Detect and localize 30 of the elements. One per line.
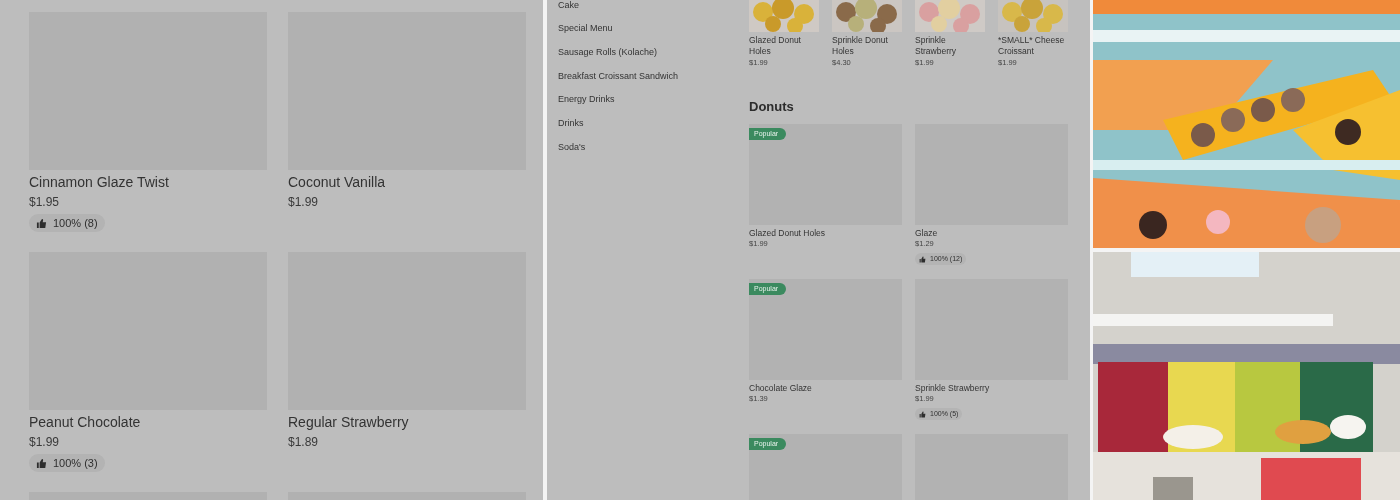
category-link[interactable]: Drinks (558, 118, 584, 130)
item-name: Chocolate Glaze (749, 383, 812, 394)
item-price: $1.99 (29, 434, 60, 450)
item-price: $1.89 (288, 434, 319, 450)
thumbs-up-icon (36, 217, 47, 229)
item-name: Coconut Vanilla (288, 173, 386, 191)
item-name: Glazed Donut Holes (749, 35, 802, 57)
item-price: $1.95 (29, 194, 60, 210)
category-link[interactable]: Special Menu (558, 23, 613, 34)
category-link[interactable]: Sausage Rolls (Kolache) (558, 46, 658, 58)
rating-text: 100% (3) (53, 456, 98, 470)
item-name: Sprinkle Strawberry (915, 383, 990, 394)
thumbs-up-icon (919, 410, 926, 418)
item-name: Sprinkle Donut Holes (832, 35, 889, 57)
item-name: Regular Strawberry (288, 413, 409, 431)
section-title: Donuts (749, 99, 795, 115)
item-name: Peanut Chocolate (29, 413, 141, 431)
item-name: Sprinkle Strawberry (915, 35, 958, 57)
category-link[interactable]: Energy Drinks (558, 94, 615, 106)
thumbs-up-icon (36, 457, 47, 469)
category-link[interactable]: Soda's (558, 142, 586, 153)
item-name: Glaze (915, 228, 938, 239)
item-name: Cinnamon Glaze Twist (29, 173, 169, 191)
item-name: *SMALL* Cheese Croissant (998, 35, 1066, 57)
category-link[interactable]: Cake (558, 0, 579, 11)
rating-text: 100% (8) (53, 216, 98, 230)
thumbs-up-icon (919, 255, 926, 263)
item-price: $1.99 (288, 194, 319, 210)
item-name: Glazed Donut Holes (749, 228, 826, 239)
category-link[interactable]: Breakfast Croissant Sandwich (558, 70, 679, 82)
